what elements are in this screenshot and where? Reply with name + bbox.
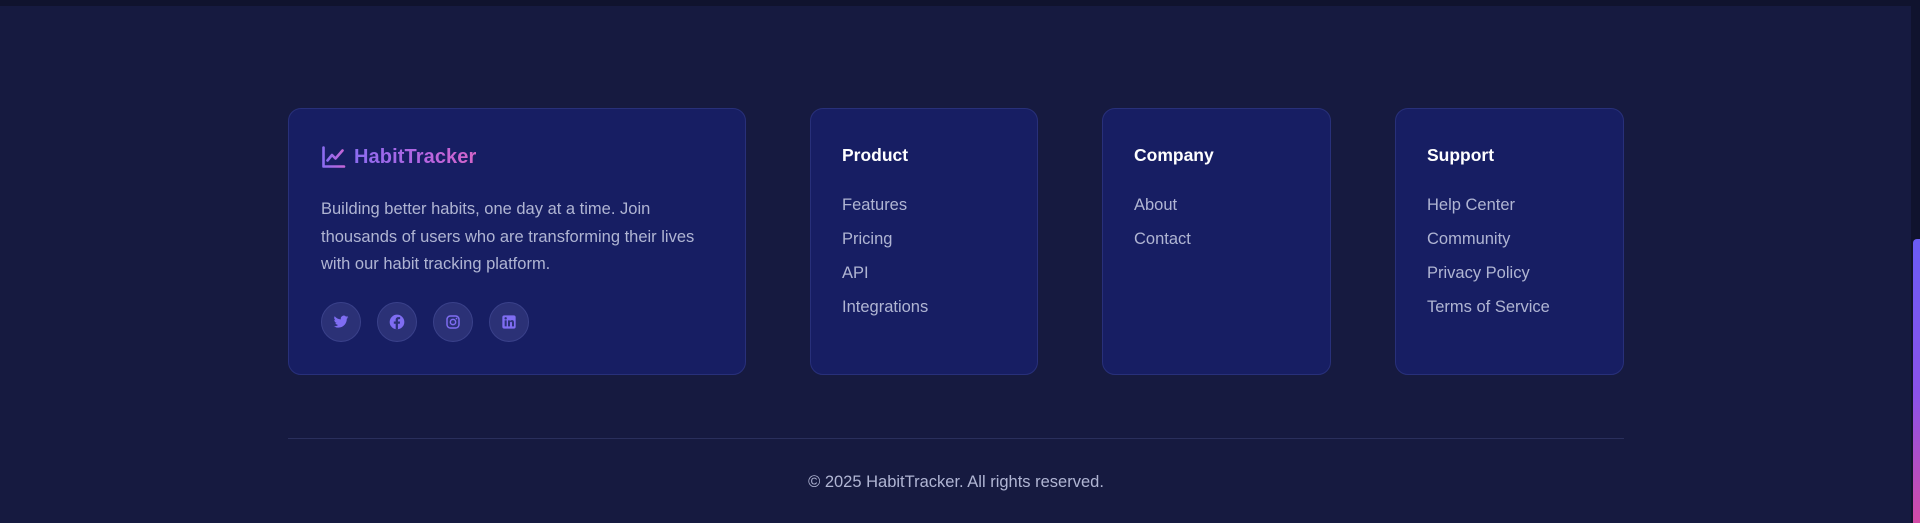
link-help-center[interactable]: Help Center	[1427, 195, 1550, 229]
company-column: Company About Contact	[1102, 108, 1331, 375]
link-contact[interactable]: Contact	[1134, 229, 1191, 263]
facebook-icon	[389, 314, 405, 330]
support-links: Help Center Community Privacy Policy Ter…	[1427, 195, 1550, 331]
copyright-text: © 2025 HabitTracker. All rights reserved…	[808, 473, 1104, 491]
brand-name: HabitTracker	[354, 145, 477, 168]
twitter-link[interactable]	[321, 302, 361, 342]
linkedin-link[interactable]	[489, 302, 529, 342]
footer-divider	[288, 438, 1624, 439]
link-features[interactable]: Features	[842, 195, 928, 229]
product-title: Product	[842, 145, 909, 165]
company-links: About Contact	[1134, 195, 1191, 263]
product-links: Features Pricing API Integrations	[842, 195, 928, 331]
linkedin-icon	[502, 315, 516, 329]
brand-card: HabitTracker Building better habits, one…	[288, 108, 746, 375]
support-title: Support	[1427, 145, 1495, 165]
scrollbar-thumb[interactable]	[1913, 239, 1920, 523]
product-column: Product Features Pricing API Integration…	[810, 108, 1038, 375]
instagram-icon	[446, 315, 460, 329]
facebook-link[interactable]	[377, 302, 417, 342]
link-api[interactable]: API	[842, 263, 928, 297]
social-links	[321, 302, 529, 342]
company-title: Company	[1134, 145, 1214, 165]
link-about[interactable]: About	[1134, 195, 1191, 229]
brand-logo[interactable]: HabitTracker	[321, 145, 476, 169]
chart-line-icon	[322, 146, 346, 168]
instagram-link[interactable]	[433, 302, 473, 342]
support-column: Support Help Center Community Privacy Po…	[1395, 108, 1624, 375]
twitter-icon	[333, 315, 349, 328]
link-pricing[interactable]: Pricing	[842, 229, 928, 263]
link-privacy-policy[interactable]: Privacy Policy	[1427, 263, 1550, 297]
link-terms-of-service[interactable]: Terms of Service	[1427, 297, 1550, 331]
brand-description: Building better habits, one day at a tim…	[321, 200, 695, 273]
link-integrations[interactable]: Integrations	[842, 297, 928, 331]
link-community[interactable]: Community	[1427, 229, 1550, 263]
site-footer: HabitTracker Building better habits, one…	[0, 6, 1911, 523]
